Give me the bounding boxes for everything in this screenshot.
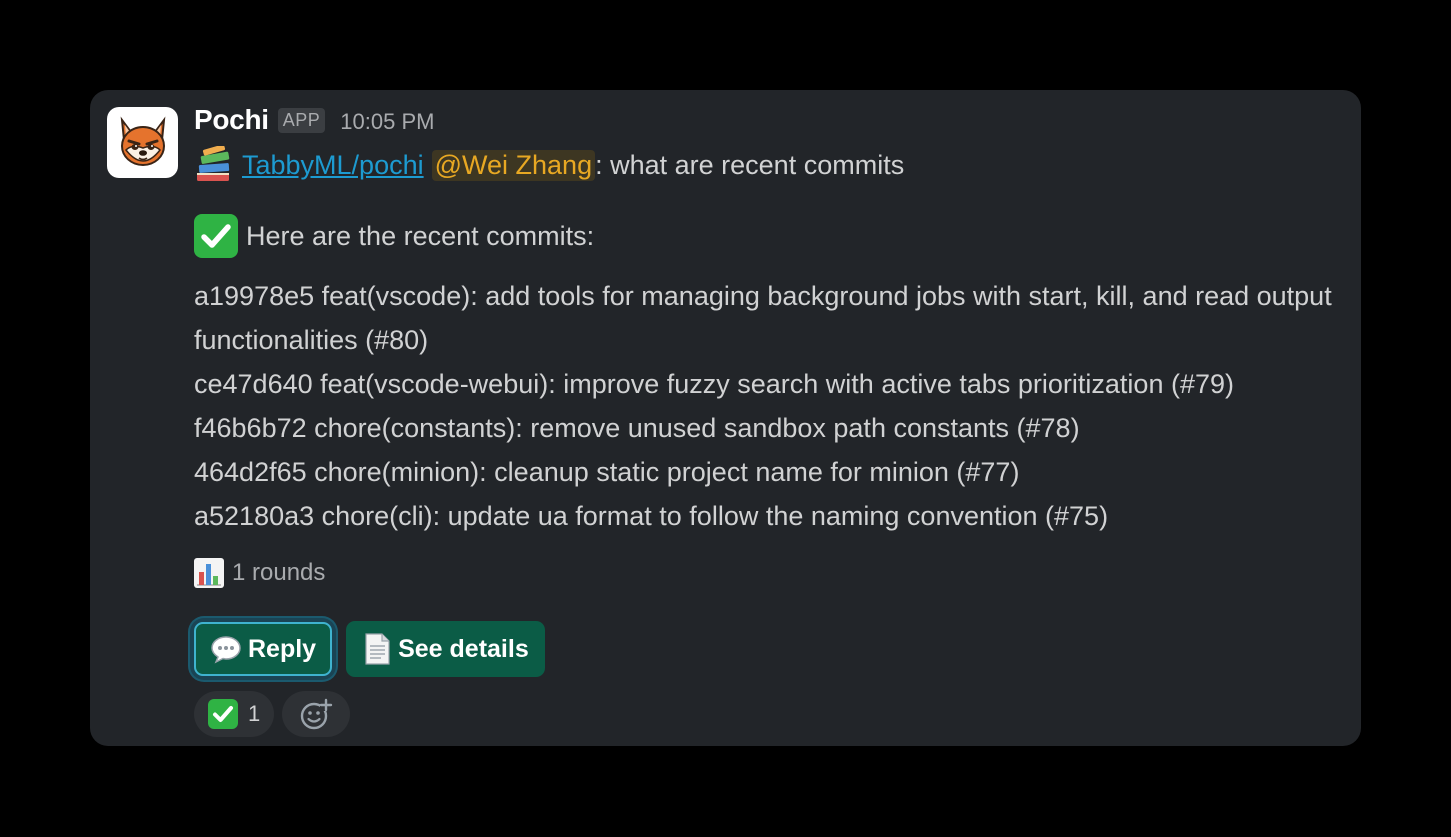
books-icon (194, 146, 234, 184)
reaction-count: 1 (248, 701, 261, 726)
bar-chart-icon (194, 558, 224, 588)
user-mention[interactable]: @Wei Zhang (431, 149, 596, 181)
rounds-line: 1 rounds (194, 558, 325, 588)
add-emoji-icon (299, 698, 333, 730)
commit-item: f46b6b72 chore(constants): remove unused… (194, 413, 1080, 443)
fox-avatar-icon[interactable] (107, 107, 178, 178)
repo-link[interactable]: TabbyML/pochi (242, 150, 424, 181)
commit-item: 464d2f65 chore(minion): cleanup static p… (194, 457, 1020, 487)
speech-balloon-icon (210, 634, 242, 664)
question-text: : what are recent commits (595, 149, 905, 180)
app-badge: APP (277, 107, 326, 133)
rounds-text: 1 rounds (232, 559, 326, 586)
commit-item: a52180a3 chore(cli): update ua format to… (194, 501, 1109, 531)
commit-item: ce47d640 feat(vscode-webui): improve fuz… (194, 369, 1234, 399)
commit-item: a19978e5 feat(vscode): add tools for man… (194, 281, 1332, 355)
question-line: TabbyML/pochi @Wei Zhang : what are rece… (194, 146, 904, 184)
check-mark-button-icon (208, 699, 238, 729)
check-mark-button-icon (194, 214, 238, 258)
message-header: Pochi APP 10:05 PM (194, 104, 434, 136)
answer-intro: Here are the recent commits: (194, 214, 594, 258)
add-reaction-button[interactable] (282, 691, 351, 737)
reaction-check-mark[interactable]: 1 (194, 691, 275, 737)
page-facing-up-icon (362, 633, 392, 665)
answer-intro-text: Here are the recent commits: (246, 220, 595, 251)
sender-name[interactable]: Pochi (194, 104, 269, 136)
reply-button-label: Reply (248, 634, 317, 663)
message-card: Pochi APP 10:05 PM TabbyML/pochi @Wei Zh… (90, 90, 1361, 746)
reply-button-focus-ring: Reply (190, 618, 337, 680)
see-details-button[interactable]: See details (346, 621, 545, 677)
reactions-bar: 1 (194, 691, 351, 737)
action-buttons: Reply See details (190, 618, 545, 680)
timestamp[interactable]: 10:05 PM (340, 109, 434, 135)
reply-button[interactable]: Reply (194, 622, 333, 676)
see-details-button-label: See details (398, 634, 529, 663)
commit-list: a19978e5 feat(vscode): add tools for man… (194, 274, 1354, 538)
